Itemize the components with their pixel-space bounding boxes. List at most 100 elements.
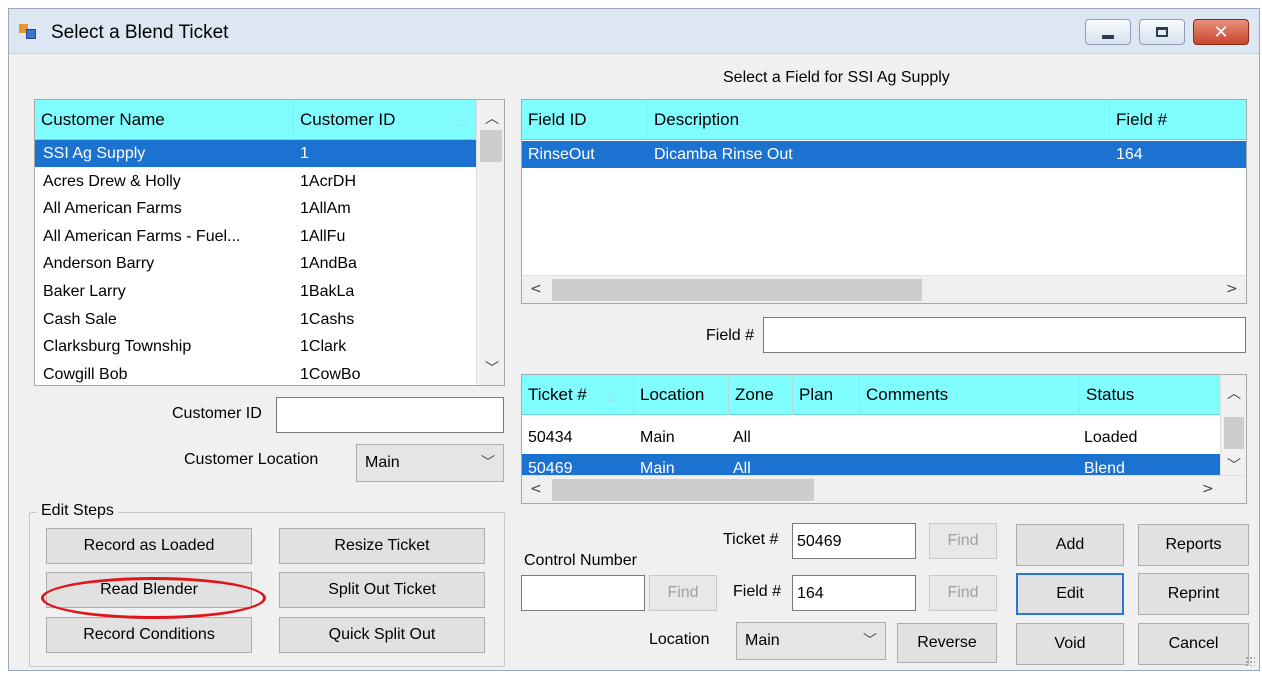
record-conditions-button[interactable]: Record Conditions bbox=[46, 617, 252, 653]
customer-name-cell: All American Farms bbox=[43, 200, 182, 218]
field-search-label: Field # bbox=[706, 327, 755, 344]
customer-id-cell: 1CowBo bbox=[300, 365, 361, 383]
maximize-icon bbox=[1156, 27, 1168, 37]
customer-row[interactable]: SSI Ag Supply 1 bbox=[35, 140, 476, 167]
customer-id-cell: 1Cashs bbox=[300, 310, 355, 328]
ticket-row[interactable]: 50434 Main All Loaded bbox=[522, 423, 1220, 453]
ticket-no-cell: 50434 bbox=[528, 429, 573, 446]
scroll-thumb[interactable] bbox=[552, 279, 922, 301]
column-header-label: Ticket # bbox=[528, 385, 587, 404]
column-header-zone[interactable]: Zone bbox=[729, 375, 793, 415]
customer-id-cell: 1AllFu bbox=[300, 227, 346, 245]
scroll-left-icon[interactable]: < bbox=[530, 481, 542, 497]
location-select[interactable]: Main ﹀ bbox=[736, 622, 886, 660]
column-header-status[interactable]: Status bbox=[1080, 375, 1220, 415]
status-cell: Loaded bbox=[1084, 429, 1138, 446]
field-row[interactable]: RinseOut Dicamba Rinse Out 164 bbox=[522, 141, 1246, 168]
field-no-cell: 164 bbox=[1116, 146, 1143, 163]
control-number-label: Control Number bbox=[524, 552, 637, 569]
scroll-right-icon[interactable]: > bbox=[1202, 481, 1214, 497]
zone-cell: All bbox=[733, 429, 751, 446]
column-header-field-id[interactable]: Field ID bbox=[522, 100, 648, 140]
customer-row[interactable]: Cash Sale 1Cashs bbox=[35, 306, 476, 333]
customer-row[interactable]: All American Farms - Fuel... 1AllFu bbox=[35, 223, 476, 250]
ticket-no-input[interactable]: 50469 bbox=[792, 523, 916, 559]
scroll-up-icon[interactable]: ︿ bbox=[1227, 383, 1241, 403]
chevron-down-icon: ﹀ bbox=[863, 633, 877, 649]
chevron-down-icon: ﹀ bbox=[481, 455, 495, 471]
column-header-customer-id[interactable]: Customer ID △ bbox=[294, 100, 476, 140]
customer-name-cell: Anderson Barry bbox=[43, 255, 155, 273]
column-header-customer-name[interactable]: Customer Name bbox=[35, 100, 294, 140]
location-value: Main bbox=[745, 632, 780, 649]
field-no-input[interactable]: 164 bbox=[792, 575, 916, 611]
column-header-comments[interactable]: Comments bbox=[860, 375, 1080, 415]
scroll-down-icon[interactable]: ﹀ bbox=[1227, 455, 1241, 475]
ticket-grid-header: Ticket # △ Location Zone Plan Comments S… bbox=[522, 375, 1220, 415]
reprint-button[interactable]: Reprint bbox=[1138, 573, 1249, 615]
column-header-description[interactable]: Description bbox=[648, 100, 1110, 140]
customer-id-input[interactable] bbox=[276, 397, 504, 433]
minimize-button[interactable] bbox=[1085, 19, 1131, 45]
column-header-location[interactable]: Location bbox=[634, 375, 729, 415]
customer-row[interactable]: All American Farms 1AllAm bbox=[35, 195, 476, 222]
scroll-down-icon[interactable]: ﹀ bbox=[485, 358, 499, 378]
scroll-up-icon[interactable]: ︿ bbox=[485, 108, 499, 128]
control-number-find-button[interactable]: Find bbox=[649, 575, 717, 611]
maximize-button[interactable] bbox=[1139, 19, 1185, 45]
ticket-grid-hscroll[interactable]: < > bbox=[522, 475, 1246, 503]
customer-row[interactable]: Clarksburg Township 1Clark bbox=[35, 333, 476, 360]
field-no-label: Field # bbox=[733, 583, 782, 600]
column-header-ticket-no[interactable]: Ticket # △ bbox=[522, 375, 634, 415]
customer-row[interactable]: Baker Larry 1BakLa bbox=[35, 278, 476, 305]
customer-grid-vscroll[interactable]: ︿ ﹀ bbox=[476, 100, 504, 385]
resize-grip[interactable] bbox=[1245, 656, 1255, 666]
customer-grid-header: Customer Name Customer ID △ bbox=[35, 100, 476, 140]
control-number-input[interactable] bbox=[521, 575, 645, 611]
reports-button[interactable]: Reports bbox=[1138, 524, 1249, 566]
customer-name-cell: Acres Drew & Holly bbox=[43, 172, 181, 190]
field-grid-caption: Select a Field for SSI Ag Supply bbox=[723, 69, 950, 86]
split-out-ticket-button[interactable]: Split Out Ticket bbox=[279, 572, 485, 608]
cancel-button[interactable]: Cancel bbox=[1138, 623, 1249, 665]
field-search-input[interactable] bbox=[763, 317, 1246, 353]
location-label: Location bbox=[649, 631, 710, 648]
customer-grid[interactable]: Customer Name Customer ID △ SSI Ag Suppl… bbox=[34, 99, 505, 386]
customer-name-cell: Cowgill Bob bbox=[43, 365, 128, 383]
field-no-find-button[interactable]: Find bbox=[929, 575, 997, 611]
field-grid-hscroll[interactable]: < > bbox=[522, 275, 1246, 303]
ticket-no-find-button[interactable]: Find bbox=[929, 523, 997, 559]
add-button[interactable]: Add bbox=[1016, 524, 1124, 566]
resize-ticket-button[interactable]: Resize Ticket bbox=[279, 528, 485, 564]
customer-location-select[interactable]: Main ﹀ bbox=[356, 444, 504, 482]
record-as-loaded-button[interactable]: Record as Loaded bbox=[46, 528, 252, 564]
column-header-plan[interactable]: Plan bbox=[793, 375, 860, 415]
scroll-thumb[interactable] bbox=[480, 130, 502, 162]
ticket-grid[interactable]: Ticket # △ Location Zone Plan Comments S… bbox=[521, 374, 1247, 504]
close-button[interactable]: ✕ bbox=[1193, 19, 1249, 45]
customer-row[interactable]: Cowgill Bob 1CowBo bbox=[35, 361, 476, 385]
ticket-grid-vscroll[interactable]: ︿ ﹀ bbox=[1220, 375, 1246, 475]
scroll-left-icon[interactable]: < bbox=[530, 281, 542, 297]
field-grid-header: Field ID Description Field # bbox=[522, 100, 1246, 140]
sort-ascending-icon: △ bbox=[457, 112, 467, 127]
customer-id-cell: 1AcrDH bbox=[300, 172, 357, 190]
scroll-thumb[interactable] bbox=[1224, 417, 1244, 449]
customer-row[interactable]: Acres Drew & Holly 1AcrDH bbox=[35, 168, 476, 195]
edit-button[interactable]: Edit bbox=[1016, 573, 1124, 615]
customer-row[interactable]: Anderson Barry 1AndBa bbox=[35, 250, 476, 277]
customer-location-label: Customer Location bbox=[184, 451, 319, 468]
blend-ticket-window: Select a Blend Ticket ✕ Customer Name Cu… bbox=[8, 8, 1260, 671]
column-header-field-no[interactable]: Field # bbox=[1110, 100, 1246, 140]
column-header-label: Customer ID bbox=[300, 110, 396, 129]
customer-name-cell: All American Farms - Fuel... bbox=[43, 227, 241, 245]
scroll-right-icon[interactable]: > bbox=[1226, 281, 1238, 297]
read-blender-button[interactable]: Read Blender bbox=[46, 572, 252, 608]
customer-name-cell: Baker Larry bbox=[43, 283, 126, 300]
void-button[interactable]: Void bbox=[1016, 623, 1124, 665]
field-grid[interactable]: Field ID Description Field # RinseOut Dic… bbox=[521, 99, 1247, 304]
scroll-thumb[interactable] bbox=[552, 479, 814, 501]
customer-id-label: Customer ID bbox=[172, 405, 262, 422]
reverse-button[interactable]: Reverse bbox=[897, 623, 997, 663]
quick-split-out-button[interactable]: Quick Split Out bbox=[279, 617, 485, 653]
